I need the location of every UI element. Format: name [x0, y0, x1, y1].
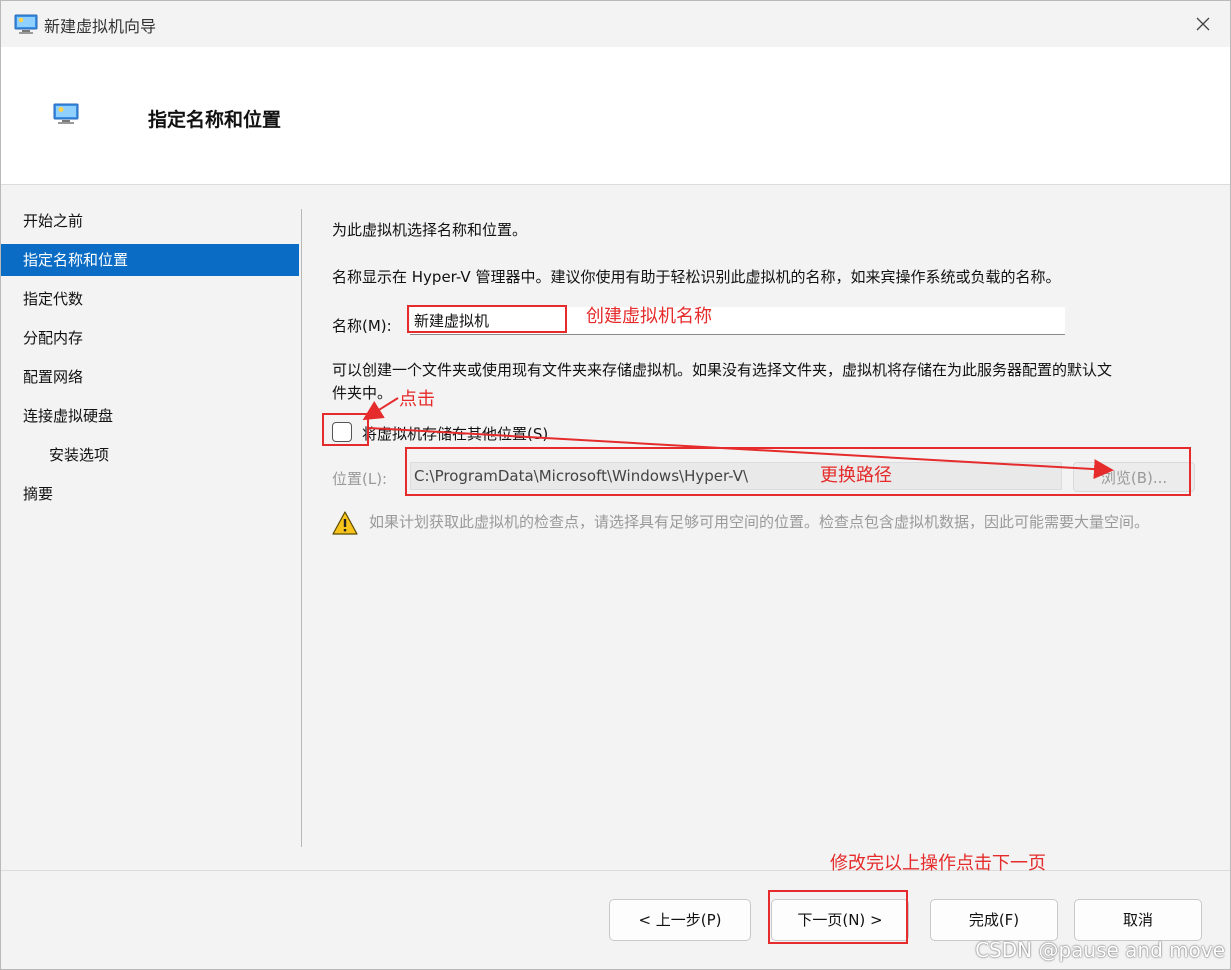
annotation-arrows [362, 397, 1114, 480]
arrow-to-checkbox [362, 397, 399, 421]
arrow-to-browse [368, 427, 1114, 480]
csdn-watermark: CSDN @pause and move [975, 938, 1225, 962]
